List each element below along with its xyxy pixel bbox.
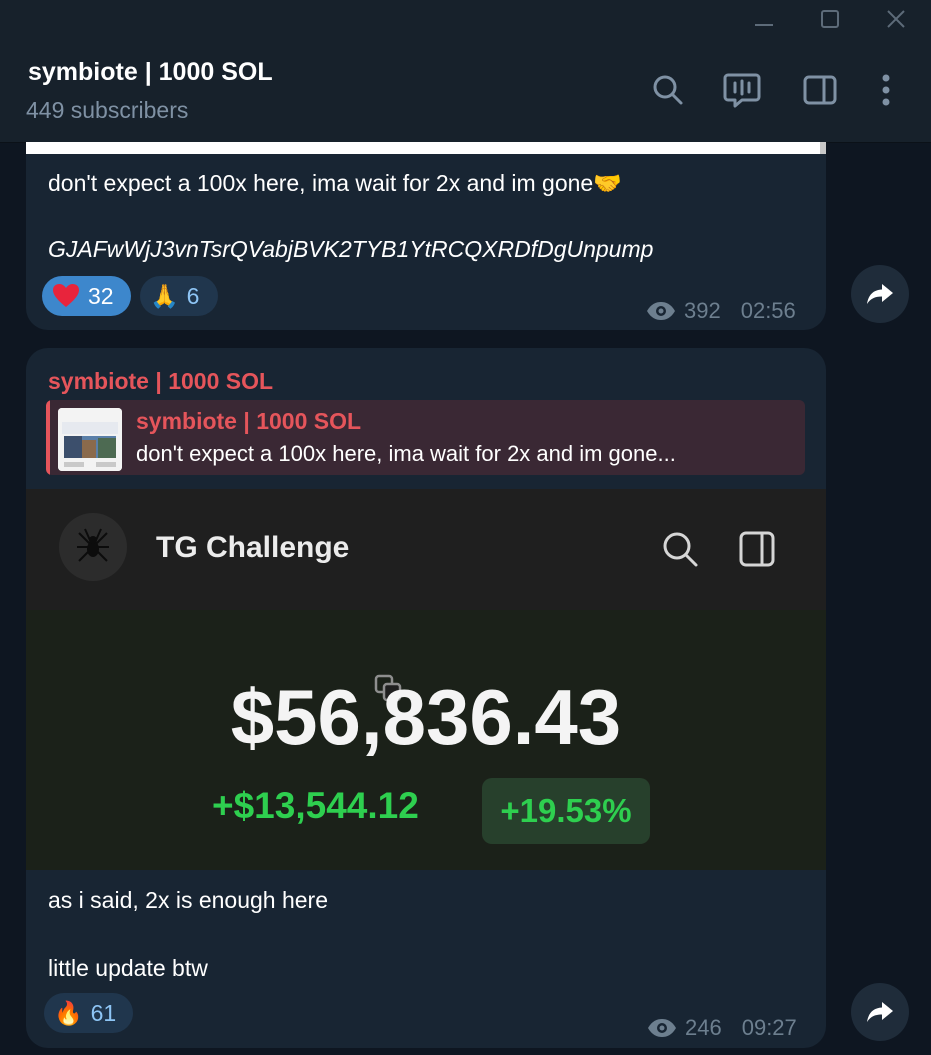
message-bubble[interactable]: symbiote | 1000 SOL symbiote | 1000 SOL … [26, 348, 826, 1048]
reply-author: symbiote | 1000 SOL [136, 408, 362, 434]
sidebar-toggle-icon [739, 531, 775, 567]
reaction-count: 6 [186, 282, 200, 309]
sidebar-toggle-icon [803, 75, 837, 105]
message-meta: 246 09:27 [647, 1015, 797, 1041]
forward-icon [867, 284, 893, 304]
message-image-partial[interactable] [26, 142, 826, 154]
reply-text: don't expect a 100x here, ima wait for 2… [136, 441, 676, 466]
message-meta: 392 02:56 [646, 298, 796, 324]
balance-value: $56,836.43 [230, 673, 622, 761]
eye-icon [647, 302, 675, 320]
change-percent-badge: +19.53% [482, 778, 650, 844]
reply-quote[interactable]: symbiote | 1000 SOL don't expect a 100x … [46, 400, 805, 475]
quote-accent-bar [46, 400, 50, 475]
forward-button[interactable] [851, 265, 909, 323]
close-button[interactable] [866, 0, 926, 38]
message-author[interactable]: symbiote | 1000 SOL [48, 368, 273, 395]
live-stream-icon [723, 73, 761, 108]
message-bubble[interactable]: don't expect a 100x here, ima wait for 2… [26, 142, 826, 330]
message-text: little update btw [48, 955, 208, 981]
view-count: 392 [684, 298, 721, 323]
more-vertical-icon [882, 74, 890, 106]
channel-title[interactable]: symbiote | 1000 SOL [28, 58, 273, 87]
reaction-heart[interactable]: 32 [42, 276, 131, 316]
forward-icon [867, 1002, 893, 1022]
screenshot-header [26, 489, 826, 610]
chat-header[interactable] [0, 38, 931, 143]
maximize-icon [821, 10, 839, 28]
live-stream-button[interactable] [722, 70, 762, 110]
reaction-count: 32 [88, 282, 114, 309]
message-text: as i said, 2x is enough here [48, 887, 329, 913]
search-icon [663, 532, 698, 567]
message-time: 09:27 [741, 1015, 797, 1040]
view-count: 246 [685, 1015, 722, 1040]
search-button[interactable] [648, 70, 688, 110]
heart-icon [52, 283, 80, 309]
maximize-button[interactable] [800, 0, 860, 38]
forward-button[interactable] [851, 983, 909, 1041]
close-icon [887, 10, 905, 28]
message-text: don't expect a 100x here, ima wait for 2… [48, 170, 622, 196]
subscriber-count: 449 subscribers [26, 97, 189, 123]
attached-screenshot[interactable]: TG Challenge $56,836.43 +$13,544.12 +19.… [26, 489, 826, 870]
screenshot-title: TG Challenge [156, 531, 350, 564]
message-time: 02:56 [740, 298, 796, 323]
search-icon [653, 75, 683, 105]
eye-icon [648, 1019, 676, 1037]
spider-avatar-icon [59, 513, 127, 581]
reply-thumbnail [58, 408, 122, 471]
more-options-button[interactable] [866, 70, 906, 110]
reaction-count: 61 [90, 999, 117, 1026]
pray-icon: 🙏 [150, 282, 179, 309]
minimize-icon [755, 24, 773, 26]
balance-change: +$13,544.12 [212, 785, 419, 826]
reaction-fire[interactable]: 🔥 61 [44, 993, 133, 1033]
token-address: GJAFwWjJ3vnTsrQVabjBVK2TYB1YtRCQXRDfDgUn… [48, 236, 654, 262]
reaction-pray[interactable]: 🙏 6 [140, 276, 218, 316]
window-titlebar [0, 0, 931, 38]
fire-icon: 🔥 [54, 999, 83, 1026]
minimize-button[interactable] [734, 0, 794, 38]
sidebar-toggle-button[interactable] [800, 70, 840, 110]
